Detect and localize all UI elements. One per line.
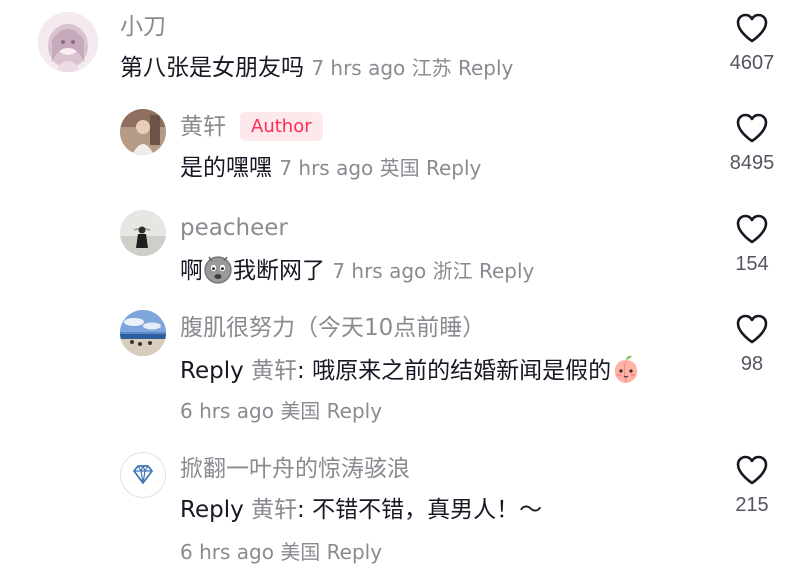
reply-button[interactable]: Reply <box>426 156 481 180</box>
reply-button[interactable]: Reply <box>327 540 382 564</box>
avatar-image <box>38 12 98 72</box>
location: 浙江 <box>432 259 473 283</box>
like-count: 215 <box>735 494 769 516</box>
comment-meta: 7 hrs ago 浙江 Reply <box>332 259 534 283</box>
avatar-image <box>120 310 166 356</box>
timestamp: 6 hrs ago <box>180 399 274 423</box>
crying-face-emoji <box>203 254 233 284</box>
comment-meta: 7 hrs ago 英国 Reply <box>279 156 481 180</box>
comment-text-line: 第八张是女朋友吗 7 hrs ago 江苏 Reply <box>120 53 513 83</box>
avatar-image <box>120 210 166 256</box>
username-text[interactable]: 黄轩 <box>180 114 226 140</box>
like-count: 154 <box>735 253 769 275</box>
reply-button[interactable]: Reply <box>327 399 382 423</box>
reply-item: peacheer 啊 我断网了 7 hrs ago 浙江 Reply 154 <box>0 200 800 300</box>
reply-button[interactable]: Reply <box>479 259 534 283</box>
heart-outline-icon <box>736 314 768 344</box>
avatar[interactable] <box>120 452 166 498</box>
avatar[interactable] <box>120 210 166 256</box>
like-button[interactable]: 98 <box>707 313 797 377</box>
username: 黄轩 Author <box>180 112 323 142</box>
like-button[interactable]: 8495 <box>707 112 797 176</box>
heart-outline-icon <box>736 214 768 244</box>
reply-item: 掀翻一叶舟的惊涛骇浪 Reply 黄轩: 不错不错，真男人！～ 6 hrs ag… <box>0 440 800 583</box>
location: 英国 <box>379 156 420 180</box>
avatar[interactable] <box>38 12 98 72</box>
heart-outline-icon <box>736 455 768 485</box>
username[interactable]: 掀翻一叶舟的惊涛骇浪 <box>180 454 410 484</box>
reply-button[interactable]: Reply <box>458 56 513 80</box>
reply-prefix: Reply <box>180 497 244 523</box>
location: 美国 <box>280 540 321 564</box>
like-count: 4607 <box>729 52 775 74</box>
avatar[interactable] <box>120 310 166 356</box>
reply-item: 黄轩 Author 是的嘿嘿 7 hrs ago 英国 Reply 8495 <box>0 100 800 200</box>
username[interactable]: peacheer <box>180 213 288 243</box>
timestamp: 6 hrs ago <box>180 540 274 564</box>
avatar-image <box>120 109 166 155</box>
comment-meta: 7 hrs ago 江苏 Reply <box>311 56 513 80</box>
comment-item: 小刀 第八张是女朋友吗 7 hrs ago 江苏 Reply 4607 <box>0 0 800 100</box>
comment-text-continued: 我断网了 <box>233 258 325 284</box>
comment-text-line: Reply 黄轩: 不错不错，真男人！～ <box>180 495 542 525</box>
like-count: 98 <box>740 353 764 375</box>
avatar[interactable] <box>120 109 166 155</box>
comment-text-line: 是的嘿嘿 7 hrs ago 英国 Reply <box>180 153 481 183</box>
reply-to-username[interactable]: 黄轩 <box>251 497 297 523</box>
comment-text: 第八张是女朋友吗 <box>120 55 304 81</box>
reply-to-username[interactable]: 黄轩 <box>251 358 297 384</box>
username[interactable]: 腹肌很努力（今天10点前睡） <box>180 313 485 343</box>
peach-shy-emoji <box>611 354 641 384</box>
timestamp: 7 hrs ago <box>311 56 406 80</box>
comment-text: : 不错不错，真男人！～ <box>297 497 543 523</box>
heart-outline-icon <box>736 113 768 143</box>
comment-text: : 哦原来之前的结婚新闻是假的 <box>297 358 612 384</box>
reply-prefix: Reply <box>180 358 244 384</box>
location: 江苏 <box>411 56 452 80</box>
like-button[interactable]: 4607 <box>707 12 797 76</box>
comment-text-line: Reply 黄轩: 哦原来之前的结婚新闻是假的 <box>180 354 641 386</box>
comment-text: 是的嘿嘿 <box>180 155 272 181</box>
comment-meta: 6 hrs ago 美国 Reply <box>180 539 382 565</box>
comment-text-line: 啊 我断网了 7 hrs ago 浙江 Reply <box>180 254 534 286</box>
heart-outline-icon <box>736 13 768 43</box>
timestamp: 7 hrs ago <box>332 259 427 283</box>
reply-item: 腹肌很努力（今天10点前睡） Reply 黄轩: 哦原来之前的结婚新闻是假的 6… <box>0 300 800 440</box>
comment-meta: 6 hrs ago 美国 Reply <box>180 398 382 424</box>
like-button[interactable]: 154 <box>707 213 797 277</box>
comment-text: 啊 <box>180 258 203 284</box>
diamond-icon <box>120 452 166 498</box>
username[interactable]: 小刀 <box>120 12 166 42</box>
timestamp: 7 hrs ago <box>279 156 374 180</box>
location: 美国 <box>280 399 321 423</box>
like-button[interactable]: 215 <box>707 454 797 518</box>
author-badge: Author <box>240 112 323 141</box>
like-count: 8495 <box>729 152 775 174</box>
